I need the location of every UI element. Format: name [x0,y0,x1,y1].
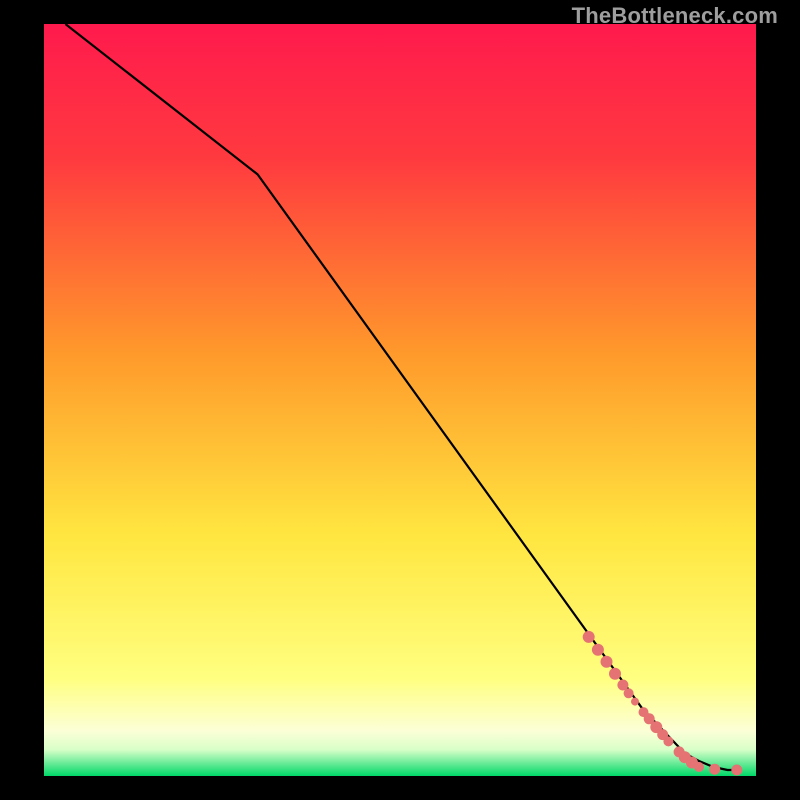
chart-svg [44,24,756,776]
data-point [731,765,742,776]
data-point [601,656,613,668]
data-point [694,762,704,772]
data-point [663,736,673,746]
data-point [583,631,595,643]
data-point [592,644,604,656]
plot-frame [44,24,756,776]
watermark-text: TheBottleneck.com [572,3,778,29]
chart-container: TheBottleneck.com [0,0,800,800]
data-point [631,698,639,706]
data-point [709,764,720,775]
gradient-background [44,24,756,776]
data-point [609,668,621,680]
data-point [624,688,634,698]
